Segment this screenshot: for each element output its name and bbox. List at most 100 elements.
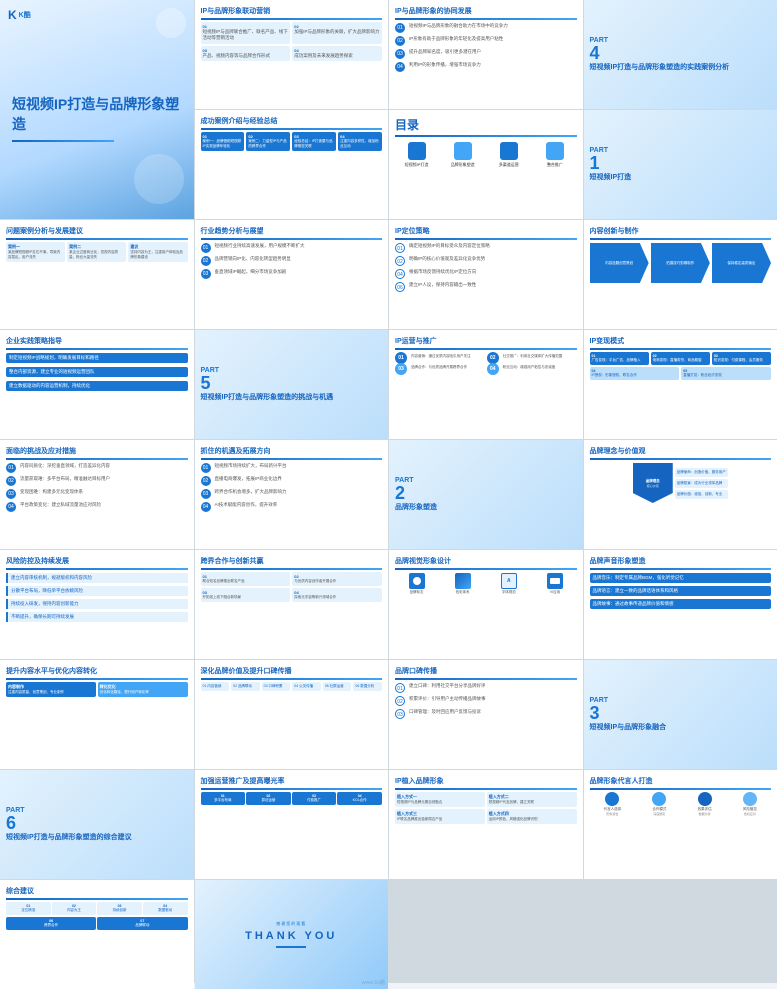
brand-oral-title: 品牌口碑传播 <box>395 666 577 676</box>
oral-desc3: 口碑管理：及时回应用户反馈与投诉 <box>409 709 481 715</box>
challenge-desc2: 流量获取难：多平台布局，精准触达目标用户 <box>20 476 110 482</box>
comp-title: 综合建议 <box>6 886 188 896</box>
thank-you-text: THANK YOU <box>245 930 337 942</box>
part5-title: 短视频IP打造与品牌形象塑造的挑战与机遇 <box>201 392 383 402</box>
ip-brand-synergy-cell: IP与品牌形象的协同发展 01 短视频IP与品牌形象的融合助力在市场中的竞争力 … <box>389 0 583 109</box>
opp-num4: 04 <box>201 502 211 512</box>
content-innovation-title: 内容创新与制作 <box>590 226 772 236</box>
problem-strip <box>6 238 188 240</box>
brand-visual-cell: 品牌视觉形象设计 品牌标志 色彩体系 A 字体规范 VI应用 <box>389 550 583 659</box>
risk-item1: 建立内容审核机制，规避版权和内容风险 <box>6 573 188 583</box>
industry-trend-cell: 行业趋势分析与展望 01 短视频行业持续高速发展，用户规模不断扩大 02 品牌营… <box>195 220 389 329</box>
oral-desc2: 积累评价：引导用户主动传播品牌故事 <box>409 696 486 702</box>
deepen-brand-title: 深化品牌价值及提升口碑传播 <box>201 666 383 676</box>
challenge-num2: 02 <box>6 476 16 486</box>
part5-cell: PART 5 短视频IP打造与品牌形象塑造的挑战与机遇 <box>195 330 389 439</box>
deco-circle <box>156 8 186 38</box>
joint-item3: 产品、视频内容等与品牌合作形式 <box>203 53 289 59</box>
ip-strategy-strip <box>395 238 577 240</box>
challenge-desc4: 平台政策变化：建立私域流量池应对风险 <box>20 502 101 508</box>
content-strip <box>590 238 772 240</box>
part3-num: 3 <box>590 704 772 722</box>
ip-num2: 02 <box>395 256 405 266</box>
oral-num3: 03 <box>395 709 405 719</box>
part2-label: PART <box>395 477 577 484</box>
synergy-num3: 03 <box>395 49 405 59</box>
cover-cell: K K酷 短视频IP打造与品牌形象塑造 <box>0 0 194 219</box>
oral-num2: 02 <box>395 696 405 706</box>
part2-num: 2 <box>395 484 577 502</box>
ip-brand-synergy-title: IP与品牌形象的协同发展 <box>395 6 577 16</box>
part5-label: PART <box>201 367 383 374</box>
comp-strip <box>6 898 188 900</box>
challenge-num1: 01 <box>6 463 16 473</box>
enhance-content-cell: 提升内容水平与优化内容转化 内容制作 注重内容质量、创意策划、专业制作 转化优化… <box>0 660 194 769</box>
thank-you-cell: 感谢您的观看 THANK YOU www.1k酷 <box>195 880 389 989</box>
challenge-desc3: 变现困难：构建多元化变现体系 <box>20 489 83 495</box>
enterprise-strip <box>6 348 188 350</box>
synergy-desc2: IP形象有助于品牌形象的年轻化及提高用户粘性 <box>409 36 503 42</box>
enterprise-item3: 建立数据驱动的内容运营机制，持续优化 <box>6 381 188 391</box>
challenge-cell: 面临的挑战及应对措施 01 内容同质化：深挖垂直领域，打造差异化内容 02 流量… <box>0 440 194 549</box>
problem-analysis-cell: 问题案例分析与发展建议 案例一 某品牌短视频IP定位不清，导致内容混乱，用户流失… <box>0 220 194 329</box>
cover-title: 短视频IP打造与品牌形象塑造 <box>12 95 182 134</box>
brand-voice-strip <box>590 568 772 570</box>
part4-label: PART <box>590 37 772 44</box>
brand-visual-title: 品牌视觉形象设计 <box>395 556 577 566</box>
toc-strip <box>395 135 577 137</box>
joint-item1: 短视频IP与品牌联合推广、联名产品、线下活动等营销活动 <box>203 29 289 42</box>
challenge-title: 面临的挑战及应对措施 <box>6 446 188 456</box>
ip-operation-title: IP运营与推广 <box>395 336 577 346</box>
trend-desc1: 短视频行业持续高速发展，用户规模不断扩大 <box>215 243 305 249</box>
strengthen-op-title: 加强运营推广及提高曝光率 <box>201 776 383 786</box>
ip-embed-title: IP植入品牌形象 <box>395 776 577 786</box>
content-innovation-cell: 内容创新与制作 内容选题创意策划 拍摄技巧剪辑制作 保持稳定高质输出 <box>584 220 777 329</box>
brand-concept-cell: 品牌理念与价值观 品牌理念 核心价值 品牌使命：创造价值，服务用户 品牌愿景：成… <box>584 440 777 549</box>
cross-boundary-title: 跨界合作与创新共赢 <box>201 556 383 566</box>
part2-title: 品牌形象塑造 <box>395 502 577 512</box>
synergy-num2: 02 <box>395 36 405 46</box>
part6-title: 短视频IP打造与品牌形象塑造的综合建议 <box>6 832 188 842</box>
enterprise-item1: 制定短视频IP战略规划，明确发展目标和路径 <box>6 353 188 363</box>
part1-num: 1 <box>590 154 772 172</box>
ambassador-strip <box>590 788 772 790</box>
synergy-num1: 01 <box>395 23 405 33</box>
brand-ambassador-title: 品牌形象代言人打造 <box>590 776 772 786</box>
opp-desc3: 跨界合作机会增多，扩大品牌影响力 <box>215 489 287 495</box>
strengthen-op-cell: 加强运营推广及提高曝光率 01多平台布局 02算法运营 03付费推广 04KOL… <box>195 770 389 879</box>
thank-divider <box>276 946 306 948</box>
thank-you-sub: 感谢您的观看 <box>276 921 306 927</box>
challenge-num3: 03 <box>6 489 16 499</box>
deepen-brand-cell: 深化品牌价值及提升口碑传播 01 内容营销 02 品牌联动 03 口碑积累 04… <box>195 660 389 769</box>
enhance-strip <box>6 678 188 680</box>
voice-item1: 品牌音乐：制定专属品牌BGM，强化听觉记忆 <box>590 573 772 583</box>
enterprise-item2: 整合内部资源，建立专业的短视频运营团队 <box>6 367 188 377</box>
ip-strategy-cell: IP定位策略 01 确定短视频IP的目标受众及内容定位策略 02 明确IP的核心… <box>389 220 583 329</box>
synergy-desc4: 利用IP的形象传播，增强市场竞争力 <box>409 62 481 68</box>
risk-control-title: 风险防控及持续发展 <box>6 556 188 566</box>
opportunity-cell: 抓住的机遇及拓展方向 01 短视频市场持续扩大，布局新兴平台 02 直播电商爆发… <box>195 440 389 549</box>
trend-num1: 01 <box>201 243 211 253</box>
brand-voice-title: 品牌声音形象塑造 <box>590 556 772 566</box>
industry-strip <box>201 238 383 240</box>
synergy-strip <box>395 18 577 20</box>
opp-desc2: 直播电商爆发，拓展IP商业化边界 <box>215 476 282 482</box>
part1-title: 短视频IP打造 <box>590 172 772 182</box>
deco-circle2 <box>134 154 184 204</box>
deepen-strip <box>201 678 383 680</box>
ip-embed-cell: IP植入品牌形象 植入方式一 短视频IP与品牌元素自然融合 植入方式二 短视频I… <box>389 770 583 879</box>
main-grid: K K酷 短视频IP打造与品牌形象塑造 IP与品牌形象联动营销 01 短视频IP… <box>0 0 777 983</box>
challenge-num4: 04 <box>6 502 16 512</box>
cross-boundary-cell: 跨界合作与创新共赢 01 联合知名品牌推出联名产品 02 与优质内容创作者开展合… <box>195 550 389 659</box>
ip-embed-strip <box>395 788 577 790</box>
enterprise-guide-title: 企业实践策略指导 <box>6 336 188 346</box>
ip-desc4: 建立IP人设，保持内容输出一致性 <box>409 282 476 288</box>
ip-realization-cell: IP变现模式 01 广告变现：平台广告、品牌植入 02 电商变现：直播带货、商品… <box>584 330 777 439</box>
opp-num3: 03 <box>201 489 211 499</box>
cross-strip <box>201 568 383 570</box>
challenge-strip <box>6 458 188 460</box>
risk-control-cell: 风险防控及持续发展 建立内容审核机制，规避版权和内容风险 分散平台布局，降低单平… <box>0 550 194 659</box>
brand-concept-title: 品牌理念与价值观 <box>590 446 772 456</box>
case-analysis-title: 成功案例介绍与经验总结 <box>201 116 383 126</box>
opp-num1: 01 <box>201 463 211 473</box>
